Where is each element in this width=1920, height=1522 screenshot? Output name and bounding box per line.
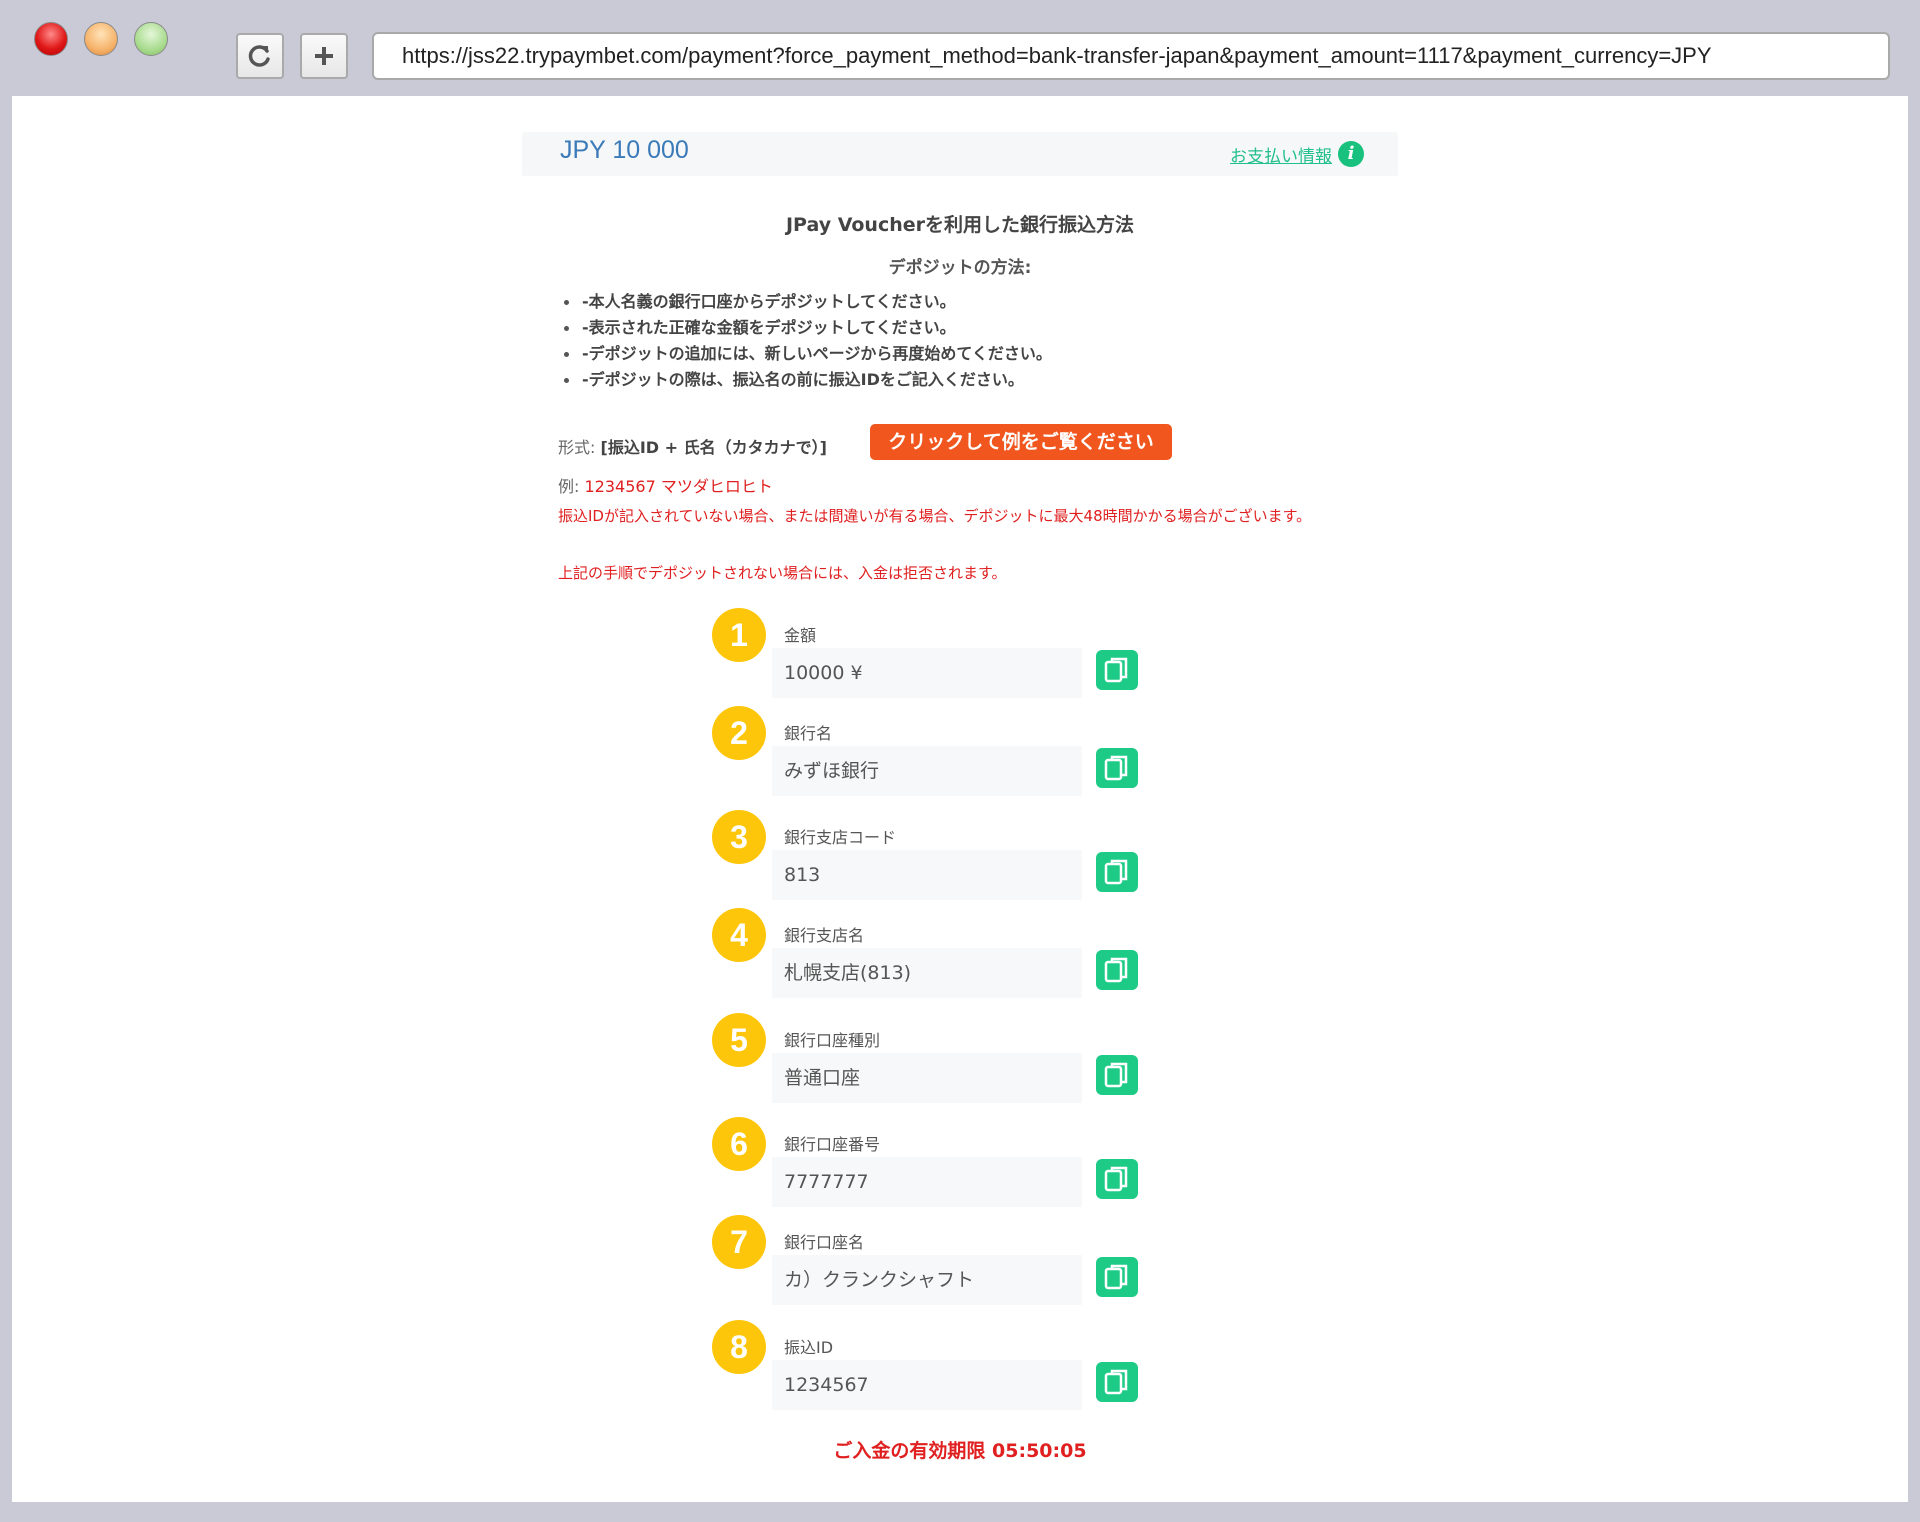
field-label: 銀行口座種別 <box>784 1031 881 1050</box>
plus-icon <box>315 47 333 65</box>
field-label: 振込ID <box>784 1338 834 1357</box>
format-value: [振込ID + 氏名（カタカナで）] <box>600 438 827 457</box>
copy-account-type-button[interactable] <box>1096 1055 1138 1095</box>
copy-bank-name-button[interactable] <box>1096 748 1138 788</box>
field-account-number: 6 銀行口座番号 7777777 <box>712 1117 1152 1217</box>
example-line: 例: 1234567 マツダヒロヒト <box>558 473 773 497</box>
example-label: 例: <box>558 477 580 496</box>
field-value[interactable]: 札幌支店(813) <box>772 948 1082 998</box>
field-bank-name: 2 銀行名 みずほ銀行 <box>712 706 1152 806</box>
address-bar[interactable]: https://jss22.trypaymbet.com/payment?for… <box>372 32 1890 80</box>
copy-icon <box>1104 957 1128 983</box>
field-value[interactable]: 普通口座 <box>772 1053 1082 1103</box>
show-example-button[interactable]: クリックして例をご覧ください <box>870 424 1172 460</box>
step-badge: 2 <box>712 706 766 760</box>
window-controls <box>34 22 168 56</box>
format-label: 形式: <box>558 438 596 457</box>
amount-header: JPY 10 000 お支払い情報 i <box>522 132 1398 176</box>
field-value[interactable]: 1234567 <box>772 1360 1082 1410</box>
step-badge: 7 <box>712 1215 766 1269</box>
copy-icon <box>1104 1062 1128 1088</box>
close-window-button[interactable] <box>34 22 68 56</box>
page-title: JPay Voucherを利用した銀行振込方法 <box>785 214 1134 236</box>
field-label: 銀行口座番号 <box>784 1135 881 1154</box>
field-value[interactable]: 813 <box>772 850 1082 900</box>
step-badge: 6 <box>712 1117 766 1171</box>
field-transfer-id: 8 振込ID 1234567 <box>712 1320 1152 1420</box>
reload-icon <box>248 45 270 67</box>
field-label: 銀行名 <box>784 724 833 743</box>
minimize-window-button[interactable] <box>84 22 118 56</box>
example-value: 1234567 マツダヒロヒト <box>584 477 773 496</box>
page-content: JPY 10 000 お支払い情報 i JPay Voucherを利用した銀行振… <box>12 96 1908 1502</box>
list-item: -本人名義の銀行口座からデポジットしてください。 <box>560 289 1052 315</box>
step-badge: 5 <box>712 1013 766 1067</box>
payment-amount: JPY 10 000 <box>560 136 689 164</box>
step-badge: 4 <box>712 908 766 962</box>
field-label: 銀行口座名 <box>784 1233 865 1252</box>
field-value[interactable]: カ）クランクシャフト <box>772 1255 1082 1305</box>
field-value[interactable]: みずほ銀行 <box>772 746 1082 796</box>
field-value[interactable]: 7777777 <box>772 1157 1082 1207</box>
field-label: 金額 <box>784 626 817 645</box>
rejection-warning: 上記の手順でデポジットされない場合には、入金は拒否されます。 <box>558 564 1007 582</box>
step-badge: 1 <box>712 608 766 662</box>
new-tab-button[interactable] <box>300 33 348 79</box>
list-item: -デポジットの追加には、新しいページから再度始めてください。 <box>560 341 1052 367</box>
list-item: -表示された正確な金額をデポジットしてください。 <box>560 315 1052 341</box>
field-account-name: 7 銀行口座名 カ）クランクシャフト <box>712 1215 1152 1315</box>
deposit-rules-list: -本人名義の銀行口座からデポジットしてください。 -表示された正確な金額をデポジ… <box>560 289 1052 393</box>
copy-icon <box>1104 755 1128 781</box>
payment-info-link[interactable]: お支払い情報 <box>1230 142 1332 167</box>
field-account-type: 5 銀行口座種別 普通口座 <box>712 1013 1152 1113</box>
missing-id-warning: 振込IDが記入されていない場合、または間違いが有る場合、デポジットに最大48時間… <box>558 507 1312 525</box>
copy-icon <box>1104 859 1128 885</box>
copy-account-number-button[interactable] <box>1096 1159 1138 1199</box>
step-badge: 8 <box>712 1320 766 1374</box>
step-badge: 3 <box>712 810 766 864</box>
deposit-method-heading: デポジットの方法: <box>888 258 1032 278</box>
field-value[interactable]: 10000 ¥ <box>772 648 1082 698</box>
copy-account-name-button[interactable] <box>1096 1257 1138 1297</box>
field-amount: 1 金額 10000 ¥ <box>712 608 1152 708</box>
format-line: 形式: [振込ID + 氏名（カタカナで）] <box>558 430 827 466</box>
copy-icon <box>1104 657 1128 683</box>
field-branch-name: 4 銀行支店名 札幌支店(813) <box>712 908 1152 1008</box>
maximize-window-button[interactable] <box>134 22 168 56</box>
list-item: -デポジットの際は、振込名の前に振込IDをご記入ください。 <box>560 367 1052 393</box>
copy-icon <box>1104 1264 1128 1290</box>
copy-transfer-id-button[interactable] <box>1096 1362 1138 1402</box>
copy-amount-button[interactable] <box>1096 650 1138 690</box>
field-branch-code: 3 銀行支店コード 813 <box>712 810 1152 910</box>
field-label: 銀行支店コード <box>784 828 897 847</box>
copy-icon <box>1104 1369 1128 1395</box>
copy-icon <box>1104 1166 1128 1192</box>
copy-branch-code-button[interactable] <box>1096 852 1138 892</box>
copy-branch-name-button[interactable] <box>1096 950 1138 990</box>
info-icon[interactable]: i <box>1338 141 1364 167</box>
browser-window: https://jss22.trypaymbet.com/payment?for… <box>0 0 1920 1522</box>
field-label: 銀行支店名 <box>784 926 865 945</box>
deposit-expiry-timer: ご入金の有効期限 05:50:05 <box>833 1440 1087 1462</box>
reload-button[interactable] <box>236 33 284 79</box>
